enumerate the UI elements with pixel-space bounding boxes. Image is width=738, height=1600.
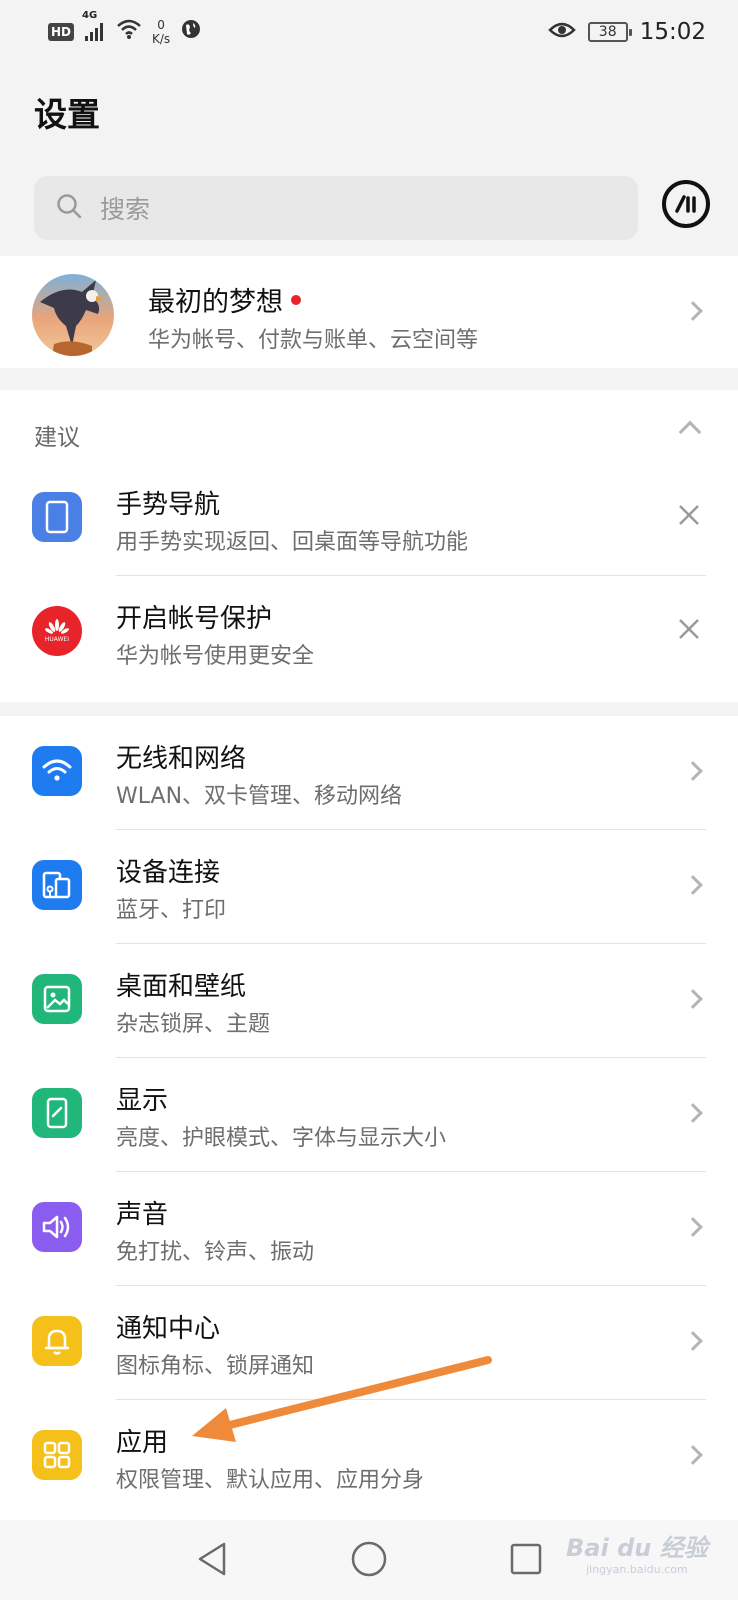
close-icon[interactable] [676, 502, 702, 528]
account-card[interactable]: 最初的梦想 华为帐号、付款与账单、云空间等 [0, 256, 738, 368]
settings-item-subtitle: 权限管理、默认应用、应用分身 [116, 1468, 425, 1493]
signal-icon: 4G [82, 10, 106, 42]
search-icon [56, 193, 82, 223]
watermark: Bai du 经验 jingyan.baidu.com [566, 1528, 708, 1576]
chevron-right-icon [683, 989, 703, 1009]
suggestion-subtitle: 华为帐号使用更安全 [116, 644, 315, 669]
suggestion-account-protection[interactable]: HUAWEI 开启帐号保护 华为帐号使用更安全 [0, 576, 738, 690]
settings-item-title: 声音 [116, 1200, 169, 1230]
globe-icon [180, 18, 202, 46]
watermark-site: jingyan.baidu.com [586, 1563, 688, 1576]
system-navigation-bar: Bai du 经验 jingyan.baidu.com [0, 1520, 738, 1600]
settings-item-home-wallpaper[interactable]: 桌面和壁纸 杂志锁屏、主题 [0, 944, 738, 1058]
chevron-right-icon [683, 1217, 703, 1237]
settings-item-title: 桌面和壁纸 [116, 972, 247, 1002]
chevron-right-icon [683, 1103, 703, 1123]
settings-item-title: 设备连接 [116, 858, 221, 888]
page-title: 设置 [34, 95, 100, 134]
net-speed-value: 0 [157, 18, 165, 32]
clock: 15:02 [639, 19, 706, 45]
chevron-right-icon [683, 301, 703, 321]
bell-icon [32, 1316, 82, 1366]
apps-grid-icon [32, 1430, 82, 1480]
settings-item-display[interactable]: 显示 亮度、护眼模式、字体与显示大小 [0, 1058, 738, 1172]
eye-comfort-icon [547, 20, 576, 45]
wallpaper-icon [32, 974, 82, 1024]
settings-item-wireless-network[interactable]: 无线和网络 WLAN、双卡管理、移动网络 [0, 716, 738, 830]
settings-item-subtitle: 杂志锁屏、主题 [116, 1012, 271, 1037]
suggestion-title: 手势导航 [116, 490, 221, 520]
chevron-right-icon [683, 1445, 703, 1465]
suggestions-label: 建议 [34, 425, 80, 451]
status-bar: HD 4G 0 K/s 38 15:02 [0, 0, 738, 64]
watermark-logo: Bai du 经验 [566, 1534, 708, 1562]
back-icon[interactable] [194, 1540, 230, 1578]
chevron-right-icon [683, 1331, 703, 1351]
avatar [32, 274, 114, 356]
settings-item-subtitle: 亮度、护眼模式、字体与显示大小 [116, 1126, 447, 1151]
account-subtitle: 华为帐号、付款与账单、云空间等 [148, 328, 479, 353]
settings-item-sound[interactable]: 声音 免打扰、铃声、振动 [0, 1172, 738, 1286]
annotation-arrow [192, 1356, 492, 1442]
settings-item-title: 显示 [116, 1086, 169, 1116]
device-connection-icon [32, 860, 82, 910]
speaker-icon [32, 1202, 82, 1252]
suggestion-subtitle: 用手势实现返回、回桌面等导航功能 [116, 530, 469, 555]
display-icon [32, 1088, 82, 1138]
search-placeholder: 搜索 [100, 195, 151, 224]
chevron-right-icon [683, 761, 703, 781]
settings-item-title: 应用 [116, 1428, 169, 1458]
huawei-logo-text: HUAWEI [44, 636, 70, 643]
recents-icon[interactable] [508, 1540, 544, 1578]
settings-item-subtitle: WLAN、双卡管理、移动网络 [116, 784, 403, 809]
hivoice-assistant-button[interactable] [662, 180, 710, 228]
settings-item-device-connection[interactable]: 设备连接 蓝牙、打印 [0, 830, 738, 944]
suggestion-gesture-navigation[interactable]: 手势导航 用手势实现返回、回桌面等导航功能 [0, 462, 738, 576]
notification-dot [291, 294, 301, 305]
phone-icon [32, 492, 82, 542]
home-icon[interactable] [350, 1540, 388, 1578]
hd-voice-badge: HD [48, 23, 75, 41]
close-icon[interactable] [676, 616, 702, 642]
collapse-chevron-up-icon[interactable] [678, 420, 702, 444]
huawei-logo: HUAWEI [32, 606, 82, 656]
account-name: 最初的梦想 [148, 280, 301, 319]
settings-item-subtitle: 蓝牙、打印 [116, 898, 227, 923]
chevron-right-icon [683, 875, 703, 895]
settings-list: 无线和网络 WLAN、双卡管理、移动网络 设备连接 蓝牙、打印 桌面和壁纸 杂志… [0, 716, 738, 1520]
search-input[interactable]: 搜索 [34, 176, 638, 240]
wifi-status-icon [116, 18, 142, 46]
settings-item-title: 无线和网络 [116, 744, 247, 774]
suggestions-card: 建议 手势导航 用手势实现返回、回桌面等导航功能 HUAWEI 开启帐号保护 华… [0, 390, 738, 702]
hivoice-icon [675, 195, 696, 213]
suggestion-title: 开启帐号保护 [116, 604, 273, 634]
account-name-text: 最初的梦想 [148, 287, 283, 318]
net-speed-unit: K/s [152, 32, 171, 46]
net-speed: 0 K/s [152, 18, 170, 46]
settings-item-title: 通知中心 [116, 1314, 221, 1344]
wifi-icon [32, 746, 82, 796]
battery-indicator: 38 [587, 22, 632, 42]
search-row: 搜索 [34, 176, 714, 240]
settings-item-subtitle: 免打扰、铃声、振动 [116, 1240, 315, 1265]
